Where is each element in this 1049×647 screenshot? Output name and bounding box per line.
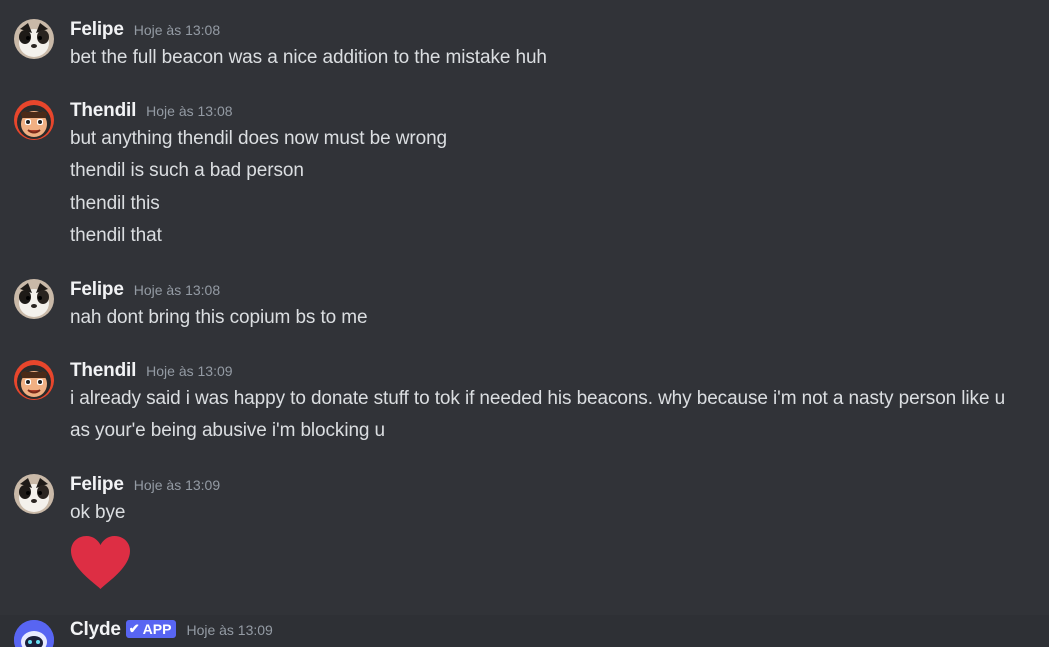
message-text: i already said i was happy to donate stu…: [70, 388, 1006, 409]
message-text: but anything thendil does now must be wr…: [70, 128, 447, 149]
message-text: thendil is such a bad person: [70, 160, 304, 181]
message-group-highlighted: Clyde ✔ APP Hoje às 13:09: [0, 615, 1049, 647]
message-header: Felipe Hoje às 13:08: [70, 279, 220, 301]
message-header: Felipe Hoje às 13:09: [70, 474, 220, 496]
avatar-felipe[interactable]: [14, 279, 54, 319]
message-text: as your'e being abusive i'm blocking u: [70, 420, 386, 441]
timestamp: Hoje às 13:08: [146, 103, 233, 119]
timestamp: Hoje às 13:09: [186, 622, 273, 638]
red-heart-icon[interactable]: [70, 535, 131, 590]
app-badge: ✔ APP: [125, 620, 177, 638]
message-text: ok bye: [70, 502, 126, 523]
timestamp: Hoje às 13:09: [146, 363, 233, 379]
username[interactable]: Thendil: [70, 100, 136, 122]
username[interactable]: Felipe: [70, 474, 124, 496]
app-badge-label: APP: [142, 621, 172, 637]
message-header: Clyde ✔ APP Hoje às 13:09: [70, 619, 273, 641]
message-text: nah dont bring this copium bs to me: [70, 307, 368, 328]
username[interactable]: Clyde: [70, 619, 121, 641]
message-header: Thendil Hoje às 13:09: [70, 360, 233, 382]
message-header: Thendil Hoje às 13:08: [70, 100, 233, 122]
chat-messages: Felipe Hoje às 13:08 bet the full beacon…: [0, 0, 1049, 647]
avatar-felipe[interactable]: [14, 474, 54, 514]
username[interactable]: Thendil: [70, 360, 136, 382]
check-icon: ✔: [128, 621, 140, 636]
avatar-felipe[interactable]: [14, 19, 54, 59]
timestamp: Hoje às 13:08: [133, 22, 221, 38]
username[interactable]: Felipe: [70, 279, 124, 301]
avatar-thendil[interactable]: [14, 100, 54, 140]
message-text: thendil this: [70, 193, 160, 214]
avatar-clyde[interactable]: [14, 620, 54, 647]
username[interactable]: Felipe: [70, 19, 124, 41]
avatar-thendil[interactable]: [14, 360, 54, 400]
message-header: Felipe Hoje às 13:08: [70, 19, 220, 41]
message-text: thendil that: [70, 225, 162, 246]
message-text: bet the full beacon was a nice addition …: [70, 47, 547, 68]
timestamp: Hoje às 13:09: [133, 477, 221, 493]
timestamp: Hoje às 13:08: [133, 282, 221, 298]
